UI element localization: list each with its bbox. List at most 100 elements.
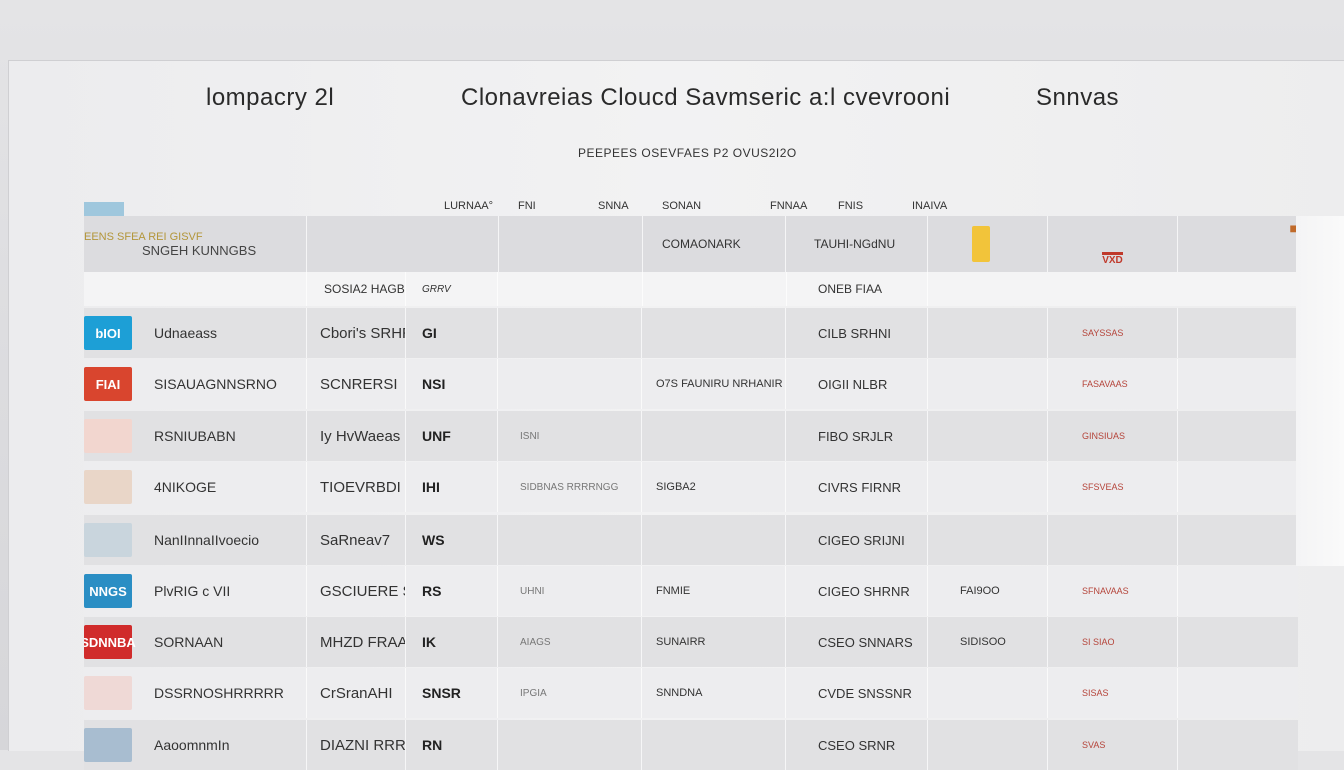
column-header-5[interactable]: FNNAA	[770, 200, 807, 216]
table-cell-c5	[642, 411, 786, 461]
summary-col3: GRRV	[406, 272, 498, 306]
table-cell-c2: MHZD FRAAN	[306, 617, 406, 667]
table-cell-c6: CVDE SNSSNR	[786, 668, 928, 718]
table-row[interactable]: NNGS PlvRIG c VII GSCIUERE SENGIRSUHNIFNMI…	[84, 566, 1298, 616]
company-name[interactable]: DSSRNOSHRRRRR	[154, 685, 284, 701]
table-row[interactable]: bIOI Udnaeass Cbori's SRHR GI CILB SRHNI SAYS…	[84, 308, 1298, 358]
table-summary-row[interactable]: SOSIA2 HAGB GRRV ONEB FIAA	[84, 272, 1298, 306]
table-cell-c2: Iy HvWaeas	[306, 411, 406, 461]
table-cell-c8: SI SIAO	[1048, 617, 1178, 667]
table-cell-c6: CIGEO SHRNR	[786, 566, 928, 616]
table-cell-c6: CSEO SNNARS	[786, 617, 928, 667]
table-cell-c5	[642, 515, 786, 565]
table-cell-c3: WS	[406, 515, 498, 565]
company-name[interactable]: Udnaeass	[154, 325, 217, 341]
table-cell-c5: SUNAIRR	[642, 617, 786, 667]
table-cell-c5: SIGBA2	[642, 462, 786, 512]
table-row[interactable]: AaoomnmIn DIAZNI RRRRRRN CSEO SRNR SVAS	[84, 720, 1298, 770]
table-cell-c3: NSI	[406, 359, 498, 409]
table-cell-c3: GI	[406, 308, 498, 358]
table-cell-c2: GSCIUERE SENGI	[306, 566, 406, 616]
table-cell-c8: SVAS	[1048, 720, 1178, 770]
table-cell-c6: FIBO SRJLR	[786, 411, 928, 461]
column-header-3[interactable]: SNNA	[598, 200, 629, 216]
gold-badge-icon	[972, 226, 990, 262]
table-cell-c3: IK	[406, 617, 498, 667]
table-row[interactable]: DSSRNOSHRRRRR CrSranAHI SNSR IPGIA SNNDNA CVD…	[84, 668, 1298, 718]
table-cell-c8: FASAVAAS	[1048, 359, 1178, 409]
table-cell-c7: FAI9OO	[928, 566, 1048, 616]
company-name[interactable]: SISAUAGNNSRNO	[154, 376, 277, 392]
table-cell-c7	[928, 308, 1048, 358]
table-cell-c8: SAYSSAS	[1048, 308, 1178, 358]
header-center-title: Clonavreias Cloucd Savmseric a:l cvevroo…	[461, 84, 951, 111]
table-cell-c5	[642, 720, 786, 770]
table-cell-c4	[498, 359, 642, 409]
table-cell-c7	[928, 411, 1048, 461]
company-logo-icon	[84, 419, 132, 453]
summary-col5: ONEB FIAA	[786, 272, 928, 306]
company-name[interactable]: 4NIKOGE	[154, 479, 216, 495]
table-cell-c4: SIDBNAS RRRRNGG	[498, 462, 642, 512]
table-cell-c3: RN	[406, 720, 498, 770]
table-cell-c7	[928, 359, 1048, 409]
column-header-2[interactable]: FNI	[518, 200, 536, 216]
table-cell-c8: GINSIUAS	[1048, 411, 1178, 461]
table-cell-c4	[498, 720, 642, 770]
page-subtitle: PEEPEES OSEVFAES P2 OVUS2I2O	[578, 146, 797, 160]
table-cell-c7	[928, 515, 1048, 565]
company-name[interactable]: RSNIUBABN	[154, 428, 236, 444]
table-cell-c2: SaRneav7	[306, 515, 406, 565]
company-logo-icon	[84, 470, 132, 504]
table-cell-c2: Cbori's SRHR	[306, 308, 406, 358]
header-right-title: Snnvas	[1036, 84, 1120, 111]
table-cell-c7	[928, 720, 1048, 770]
table-cell-c7	[928, 668, 1048, 718]
side-highlight	[1296, 216, 1344, 566]
brand-line: EENS SFEA REI GISVF	[84, 230, 203, 243]
table-cell-c8: SFNAVAAS	[1048, 566, 1178, 616]
table-cell-c6: CIGEO SRIJNI	[786, 515, 928, 565]
top-block-col5: TAUHI-NGdNU	[786, 216, 928, 272]
table-cell-c2: CrSranAHI	[306, 668, 406, 718]
table-cell-c3: UNF	[406, 411, 498, 461]
table-cell-c3: IHI	[406, 462, 498, 512]
header-left-title: lompacry 2l	[206, 84, 335, 111]
top-block-col4: COMAONARK	[642, 216, 786, 272]
company-logo-icon	[84, 523, 132, 557]
table-cell-c7: SIDISOO	[928, 617, 1048, 667]
company-logo-icon: SDNNBA	[84, 625, 136, 659]
table-row[interactable]: SDNNBA SORNAAN MHZD FRAANIKAIAGSSUNAIRRCSE…	[84, 617, 1298, 667]
company-logo-icon	[84, 676, 132, 710]
table-cell-c2: SCNRERSI	[306, 359, 406, 409]
table-cell-c4: AIAGS	[498, 617, 642, 667]
table-cell-c4: ISNI	[498, 411, 642, 461]
table-cell-c5: SNNDNA	[642, 668, 786, 718]
company-logo-icon: FIAI	[84, 367, 132, 401]
table-cell-c6: CILB SRHNI	[786, 308, 928, 358]
company-name[interactable]: SORNAAN	[154, 634, 223, 650]
table-cell-c4	[498, 308, 642, 358]
table-row[interactable]: 4NIKOGE TIOEVRBDI IHI SIDBNAS RRRRNGG SIGBA2…	[84, 462, 1298, 512]
company-logo-icon: bIOI	[84, 316, 132, 350]
table-cell-c5	[642, 308, 786, 358]
company-logo-icon: NNGS	[84, 574, 132, 608]
column-header-1[interactable]: LURNAA°	[444, 200, 493, 216]
column-header-6[interactable]: FNIS	[838, 200, 863, 216]
table-cell-c5: FNMIE	[642, 566, 786, 616]
table-cell-c6: CIVRS FIRNR	[786, 462, 928, 512]
company-name[interactable]: NanIInnaIIvoecio	[154, 532, 259, 548]
table-cell-c5: O7S FAUNIRU NRHANIR	[642, 359, 786, 409]
company-name[interactable]: PlvRIG c VII	[154, 583, 230, 599]
brand-badge-icon: VXD	[1102, 252, 1123, 266]
table-row[interactable]: FIAI SISAUAGNNSRNO SCNRERSI NSI O7S FAUNIRU …	[84, 359, 1298, 409]
company-name[interactable]: AaoomnmIn	[154, 737, 229, 753]
table-cell-c4	[498, 515, 642, 565]
column-header-4[interactable]: SONAN	[662, 200, 701, 216]
table-cell-c3: RS	[406, 566, 498, 616]
table-row[interactable]: RSNIUBABN Iy HvWaeas UNF ISNI FIBO SRJLR GINS…	[84, 411, 1298, 461]
table-cell-c2: TIOEVRBDI	[306, 462, 406, 512]
column-header-7[interactable]: INAIVA	[912, 200, 947, 216]
table-row[interactable]: NanIInnaIIvoecio SaRneav7 WS CIGEO SRIJNI	[84, 515, 1298, 565]
table-cell-c8: SISAS	[1048, 668, 1178, 718]
